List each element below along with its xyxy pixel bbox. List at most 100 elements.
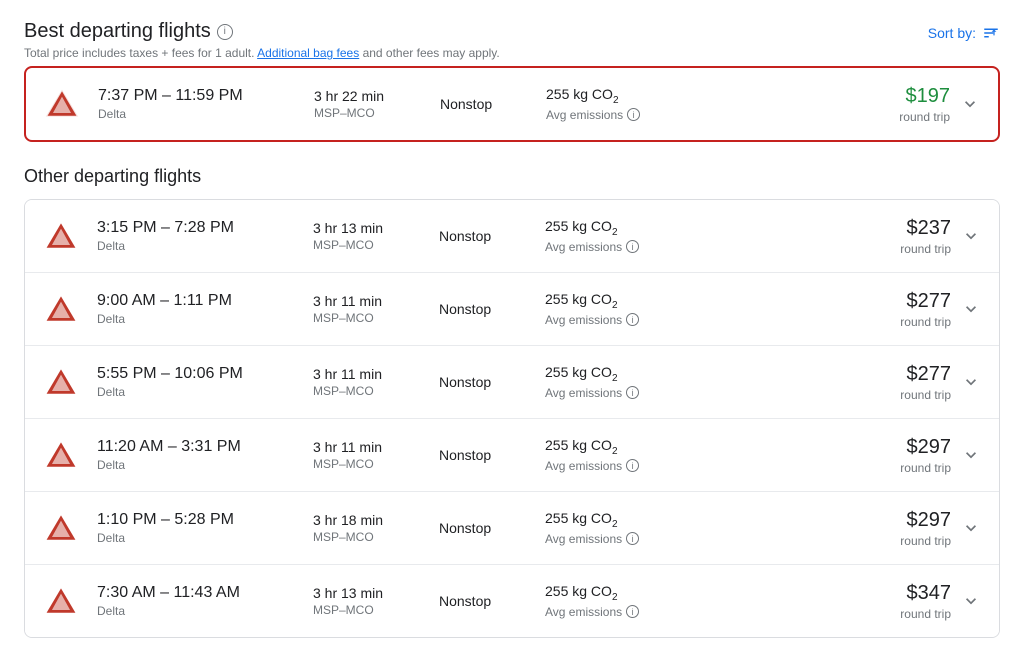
flight-airline-1: Delta — [97, 312, 297, 326]
emissions-info-icon[interactable]: i — [627, 108, 640, 121]
flight-stops-3: Nonstop — [439, 447, 529, 463]
best-flight-duration: 3 hr 22 min — [314, 88, 424, 104]
flight-row[interactable]: 7:30 AM – 11:43 AM Delta 3 hr 13 min MSP… — [25, 565, 999, 637]
flight-emissions-2: 255 kg CO2 Avg emissions i — [545, 364, 705, 400]
flight-co2-3: 255 kg CO2 — [545, 437, 705, 457]
flight-route-3: MSP–MCO — [313, 457, 423, 471]
flight-expand-chevron-0[interactable] — [959, 224, 983, 248]
flight-price-0: $237 — [900, 217, 951, 240]
flight-duration-container-3: 3 hr 11 min MSP–MCO — [313, 439, 423, 471]
flight-airline-2: Delta — [97, 385, 297, 399]
flight-row[interactable]: 9:00 AM – 1:11 PM Delta 3 hr 11 min MSP–… — [25, 273, 999, 346]
airline-logo-3 — [41, 435, 81, 475]
flight-row[interactable]: 3:15 PM – 7:28 PM Delta 3 hr 13 min MSP–… — [25, 200, 999, 273]
delta-icon — [43, 291, 79, 327]
flight-stops-4: Nonstop — [439, 520, 529, 536]
airline-logo-4 — [41, 508, 81, 548]
best-flight-stops: Nonstop — [440, 96, 530, 112]
flight-times-4: 1:10 PM – 5:28 PM — [97, 511, 297, 529]
flight-round-trip-5: round trip — [900, 607, 951, 621]
emissions-info-icon-3[interactable]: i — [626, 459, 639, 472]
flight-duration-container-2: 3 hr 11 min MSP–MCO — [313, 366, 423, 398]
flight-emissions-0: 255 kg CO2 Avg emissions i — [545, 218, 705, 254]
flight-airline-3: Delta — [97, 458, 297, 472]
flight-times-0: 3:15 PM – 7:28 PM — [97, 219, 297, 237]
flight-avg-emissions-5: Avg emissions i — [545, 605, 705, 619]
flight-price-1: $277 — [900, 290, 951, 313]
flight-co2-1: 255 kg CO2 — [545, 291, 705, 311]
flight-price-col-3: $297 round trip — [721, 436, 983, 475]
flight-expand-chevron-4[interactable] — [959, 516, 983, 540]
flight-stops-1: Nonstop — [439, 301, 529, 317]
flight-times-container-3: 11:20 AM – 3:31 PM Delta — [97, 438, 297, 472]
flight-airline-4: Delta — [97, 531, 297, 545]
flight-price-col-4: $297 round trip — [721, 509, 983, 548]
best-flight-avg-emissions: Avg emissions i — [546, 108, 706, 122]
flight-stops-0: Nonstop — [439, 228, 529, 244]
flight-airline-0: Delta — [97, 239, 297, 253]
flight-times-container-1: 9:00 AM – 1:11 PM Delta — [97, 292, 297, 326]
flight-expand-chevron-1[interactable] — [959, 297, 983, 321]
best-flight-expand-chevron[interactable] — [958, 92, 982, 116]
flight-row[interactable]: 11:20 AM – 3:31 PM Delta 3 hr 11 min MSP… — [25, 419, 999, 492]
bag-fees-link[interactable]: Additional bag fees — [257, 46, 359, 60]
flight-avg-emissions-3: Avg emissions i — [545, 459, 705, 473]
emissions-info-icon-1[interactable]: i — [626, 313, 639, 326]
flight-price-info-4: $297 round trip — [900, 509, 951, 548]
flight-price-info-2: $277 round trip — [900, 363, 951, 402]
header-left: Best departing flights i Total price inc… — [24, 20, 500, 60]
flight-co2-5: 255 kg CO2 — [545, 583, 705, 603]
flight-route-0: MSP–MCO — [313, 238, 423, 252]
flight-duration-1: 3 hr 11 min — [313, 293, 423, 309]
sort-icon — [982, 24, 1000, 42]
flight-expand-chevron-5[interactable] — [959, 589, 983, 613]
flight-duration-5: 3 hr 13 min — [313, 585, 423, 601]
other-flights-title: Other departing flights — [24, 166, 1000, 187]
best-flight-price: $197 — [899, 85, 950, 108]
flight-route-2: MSP–MCO — [313, 384, 423, 398]
info-icon[interactable]: i — [217, 24, 233, 40]
emissions-info-icon-0[interactable]: i — [626, 240, 639, 253]
flight-price-2: $277 — [900, 363, 951, 386]
best-flight-price-info: $197 round trip — [899, 85, 950, 124]
best-flight-emissions: 255 kg CO2 Avg emissions i — [546, 86, 706, 122]
airline-logo-5 — [41, 581, 81, 621]
flight-expand-chevron-3[interactable] — [959, 443, 983, 467]
flight-duration-2: 3 hr 11 min — [313, 366, 423, 382]
emissions-info-icon-2[interactable]: i — [626, 386, 639, 399]
flight-route-1: MSP–MCO — [313, 311, 423, 325]
delta-icon — [43, 218, 79, 254]
flight-price-4: $297 — [900, 509, 951, 532]
flight-round-trip-1: round trip — [900, 315, 951, 329]
page-title: Best departing flights i — [24, 20, 500, 43]
flight-row[interactable]: 1:10 PM – 5:28 PM Delta 3 hr 18 min MSP–… — [25, 492, 999, 565]
flight-price-info-5: $347 round trip — [900, 582, 951, 621]
flight-price-3: $297 — [900, 436, 951, 459]
emissions-info-icon-5[interactable]: i — [626, 605, 639, 618]
emissions-info-icon-4[interactable]: i — [626, 532, 639, 545]
flight-co2-0: 255 kg CO2 — [545, 218, 705, 238]
flight-co2-2: 255 kg CO2 — [545, 364, 705, 384]
best-flight-times-container: 7:37 PM – 11:59 PM Delta — [98, 87, 298, 121]
flight-round-trip-2: round trip — [900, 388, 951, 402]
flight-avg-emissions-0: Avg emissions i — [545, 240, 705, 254]
best-flight-airline: Delta — [98, 107, 298, 121]
flight-times-container-5: 7:30 AM – 11:43 AM Delta — [97, 584, 297, 618]
sort-by-control[interactable]: Sort by: — [928, 24, 1000, 42]
page-header: Best departing flights i Total price inc… — [24, 20, 1000, 60]
best-flight-price-col: $197 round trip — [722, 85, 982, 124]
flight-times-3: 11:20 AM – 3:31 PM — [97, 438, 297, 456]
flight-duration-container-4: 3 hr 18 min MSP–MCO — [313, 512, 423, 544]
flight-duration-container-5: 3 hr 13 min MSP–MCO — [313, 585, 423, 617]
flight-round-trip-0: round trip — [900, 242, 951, 256]
flight-price-info-0: $237 round trip — [900, 217, 951, 256]
best-flight-card[interactable]: 7:37 PM – 11:59 PM Delta 3 hr 22 min MSP… — [24, 66, 1000, 142]
delta-icon — [43, 583, 79, 619]
flight-price-5: $347 — [900, 582, 951, 605]
flight-expand-chevron-2[interactable] — [959, 370, 983, 394]
flight-times-5: 7:30 AM – 11:43 AM — [97, 584, 297, 602]
sort-label: Sort by: — [928, 25, 976, 41]
flight-emissions-3: 255 kg CO2 Avg emissions i — [545, 437, 705, 473]
flight-row[interactable]: 5:55 PM – 10:06 PM Delta 3 hr 11 min MSP… — [25, 346, 999, 419]
flight-price-col-0: $237 round trip — [721, 217, 983, 256]
